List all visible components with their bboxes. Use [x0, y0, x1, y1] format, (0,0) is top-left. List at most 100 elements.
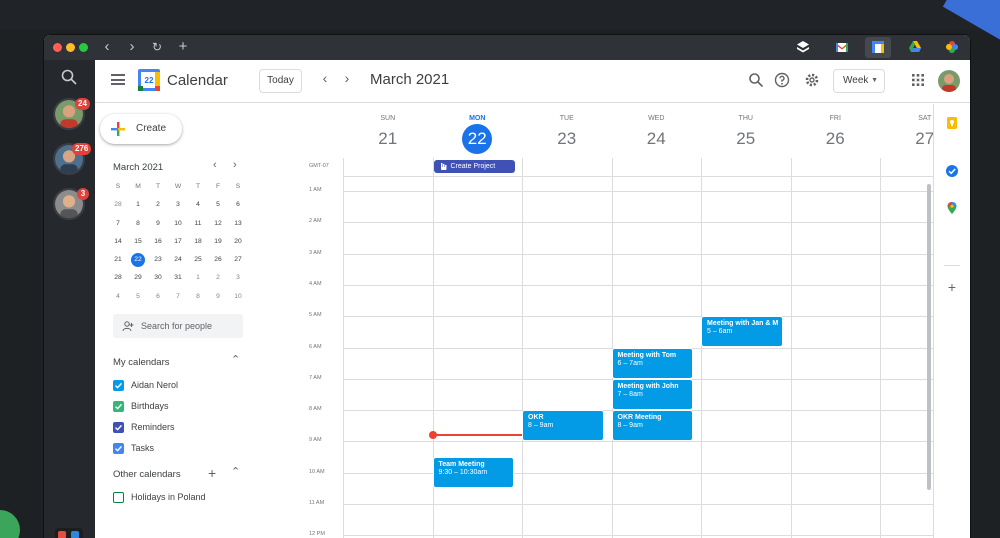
mini-day[interactable]: 10 — [228, 288, 248, 306]
calendar-event[interactable]: Meeting with Tom 6 – 7am — [611, 347, 693, 379]
calendar-event[interactable]: Team Meeting 9:30 – 10:30am — [432, 457, 514, 489]
checkbox[interactable] — [113, 422, 124, 433]
mini-day[interactable]: 4 — [188, 196, 208, 214]
day-header[interactable]: SUN 21 — [343, 104, 433, 158]
previous-week-button[interactable]: ‹ — [317, 70, 333, 86]
mini-day[interactable]: 7 — [168, 288, 188, 306]
mini-day[interactable]: 1 — [128, 196, 148, 214]
view-selector[interactable]: Week ▼ — [833, 69, 885, 93]
day-date[interactable]: 25 — [701, 129, 791, 149]
mini-day[interactable]: 3 — [228, 269, 248, 287]
my-calendars-title[interactable]: My calendars — [113, 357, 170, 368]
calendar-icon[interactable] — [871, 40, 885, 54]
day-header[interactable]: THU 25 — [701, 104, 791, 158]
drive-icon[interactable] — [908, 40, 922, 54]
calendar-event[interactable]: OKR Meeting 8 – 9am — [611, 410, 693, 442]
checkbox[interactable] — [113, 443, 124, 454]
calendar-event[interactable]: Meeting with John 7 – 8am — [611, 378, 693, 411]
checkbox[interactable] — [113, 380, 124, 391]
close-window-button[interactable] — [53, 43, 62, 52]
checkbox[interactable] — [113, 492, 124, 503]
add-addon-icon[interactable]: + — [945, 280, 959, 294]
mini-day[interactable]: 23 — [148, 251, 168, 269]
mini-day[interactable]: 3 — [168, 196, 188, 214]
mini-day[interactable]: 5 — [208, 196, 228, 214]
day-date[interactable]: 21 — [343, 129, 433, 149]
calendar-event[interactable]: OKR 8 – 9am — [522, 410, 604, 442]
gmail-icon[interactable] — [835, 40, 849, 54]
mini-next-month-button[interactable]: › — [233, 159, 237, 171]
mini-day[interactable]: 6 — [228, 196, 248, 214]
add-calendar-icon[interactable]: + — [208, 465, 216, 481]
maps-icon[interactable] — [945, 201, 959, 215]
apps-launcher[interactable] — [55, 528, 83, 538]
day-header[interactable]: FRI 26 — [791, 104, 881, 158]
day-date[interactable]: 22 — [433, 124, 523, 154]
day-header[interactable]: TUE 23 — [522, 104, 612, 158]
minimize-window-button[interactable] — [66, 43, 75, 52]
mini-day[interactable]: 28 — [108, 196, 128, 214]
mini-day[interactable]: 26 — [208, 251, 228, 269]
mini-day[interactable]: 30 — [148, 269, 168, 287]
search-people-input[interactable]: Search for people — [113, 314, 243, 338]
mini-day[interactable]: 24 — [168, 251, 188, 269]
mini-day[interactable]: 21 — [108, 251, 128, 269]
keep-icon[interactable] — [945, 116, 959, 130]
layers-icon[interactable] — [796, 40, 810, 54]
apps-grid-icon[interactable] — [910, 72, 926, 88]
mini-prev-month-button[interactable]: ‹ — [213, 159, 217, 171]
mini-day[interactable]: 18 — [188, 233, 208, 251]
other-calendars-title[interactable]: Other calendars — [113, 469, 181, 480]
day-header[interactable]: WED 24 — [612, 104, 702, 158]
day-date[interactable]: 23 — [522, 129, 612, 149]
chevron-up-icon[interactable]: ⌃ — [231, 353, 240, 366]
mini-day[interactable]: 7 — [108, 215, 128, 233]
reload-button[interactable]: ↻ — [148, 38, 166, 56]
mini-day[interactable]: 31 — [168, 269, 188, 287]
next-week-button[interactable]: › — [339, 70, 355, 86]
gear-icon[interactable] — [804, 72, 820, 88]
mini-day[interactable]: 1 — [188, 269, 208, 287]
mini-day[interactable]: 11 — [188, 215, 208, 233]
back-button[interactable]: ‹ — [98, 38, 116, 56]
mini-day[interactable]: 27 — [228, 251, 248, 269]
mini-day[interactable]: 16 — [148, 233, 168, 251]
mini-day[interactable]: 9 — [208, 288, 228, 306]
day-header[interactable]: MON 22 — [433, 104, 523, 158]
forward-button[interactable]: › — [123, 38, 141, 56]
create-button[interactable]: Create — [100, 114, 182, 144]
new-tab-button[interactable]: + — [174, 38, 192, 56]
zoom-window-button[interactable] — [79, 43, 88, 52]
mini-day[interactable]: 8 — [128, 215, 148, 233]
all-day-event[interactable]: Create Project — [433, 160, 515, 173]
photos-icon[interactable] — [945, 40, 959, 54]
mini-day[interactable]: 28 — [108, 269, 128, 287]
chevron-up-icon[interactable]: ⌃ — [231, 465, 240, 478]
mini-day[interactable]: 15 — [128, 233, 148, 251]
mini-day[interactable]: 14 — [108, 233, 128, 251]
mini-day[interactable]: 13 — [228, 215, 248, 233]
mini-day[interactable]: 2 — [148, 196, 168, 214]
day-date[interactable]: 24 — [612, 129, 702, 149]
mini-day[interactable]: 5 — [128, 288, 148, 306]
mini-day[interactable]: 22 — [128, 251, 148, 269]
mini-day[interactable]: 25 — [188, 251, 208, 269]
mini-day[interactable]: 12 — [208, 215, 228, 233]
mini-day[interactable]: 4 — [108, 288, 128, 306]
mini-day[interactable]: 10 — [168, 215, 188, 233]
checkbox[interactable] — [113, 401, 124, 412]
day-date[interactable]: 26 — [791, 129, 881, 149]
tasks-icon[interactable] — [945, 164, 959, 178]
search-icon[interactable] — [748, 72, 764, 88]
main-menu-button[interactable] — [111, 74, 125, 85]
mini-day[interactable]: 8 — [188, 288, 208, 306]
mini-day[interactable]: 19 — [208, 233, 228, 251]
mini-day[interactable]: 29 — [128, 269, 148, 287]
grid-scrollbar[interactable] — [927, 184, 931, 490]
mini-day[interactable]: 20 — [228, 233, 248, 251]
mini-day[interactable]: 17 — [168, 233, 188, 251]
calendar-event[interactable]: Meeting with Jan & M5 – 6am — [701, 316, 783, 348]
search-icon[interactable] — [60, 68, 78, 86]
mini-day[interactable]: 6 — [148, 288, 168, 306]
mini-day[interactable]: 2 — [208, 269, 228, 287]
